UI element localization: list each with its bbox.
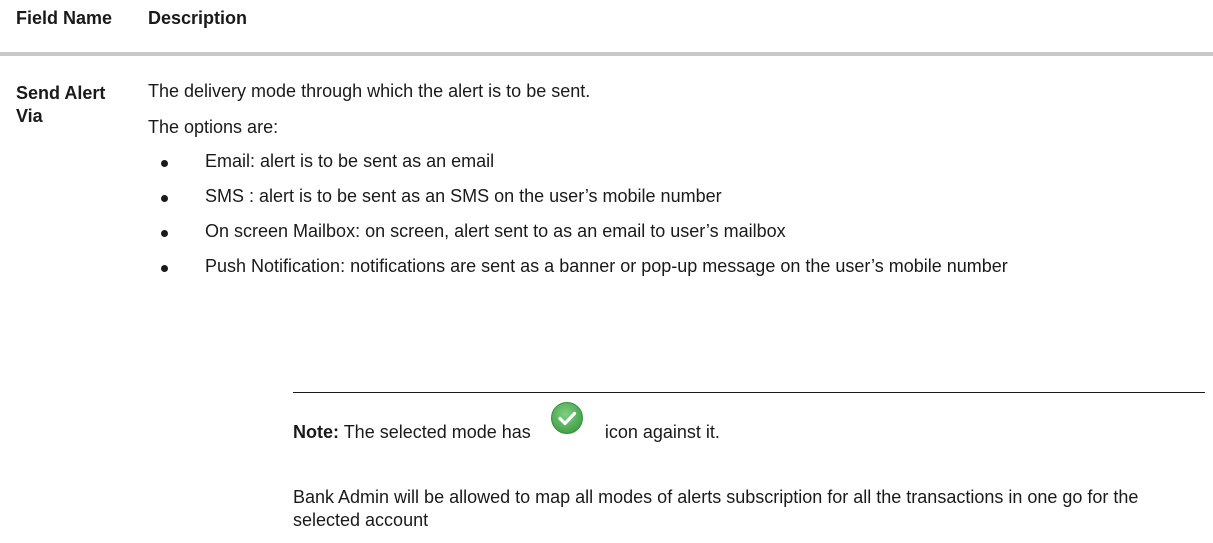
note-divider [293,392,1205,393]
bullet-icon [161,195,168,202]
header-description: Description [148,8,248,28]
note-text-after: icon against it. [604,422,720,442]
note-text-before: The selected mode has [343,422,531,442]
document-page: Field Name Description Send Alert Via Th… [0,0,1213,543]
list-item: Email: alert is to be sent as an email [148,150,1035,173]
description-cell: The delivery mode through which the aler… [148,80,1203,290]
list-item: SMS : alert is to be sent as an SMS on t… [148,185,1035,208]
description-intro: The delivery mode through which the aler… [148,81,591,101]
options-intro: The options are: [148,117,279,137]
note-line: Note: The selected mode has icon against… [293,402,720,444]
admin-paragraph: Bank Admin will be allowed to map all mo… [293,487,1139,530]
check-circle-icon [550,401,584,435]
header-field-name: Field Name [16,8,113,28]
option-text: Push Notification: notifications are sen… [205,256,1008,276]
table-header-row: Field Name Description [0,0,1213,56]
options-list: Email: alert is to be sent as an email S… [148,150,1203,278]
option-text: SMS : alert is to be sent as an SMS on t… [205,186,722,206]
list-item: On screen Mailbox: on screen, alert sent… [148,220,1035,243]
bullet-icon [161,265,168,272]
bullet-icon [161,160,168,167]
option-text: On screen Mailbox: on screen, alert sent… [205,221,786,241]
bullet-icon [161,230,168,237]
option-text: Email: alert is to be sent as an email [205,151,495,171]
note-label: Note: [293,422,339,442]
field-name-cell: Send Alert Via [16,83,106,126]
list-item: Push Notification: notifications are sen… [148,255,1035,278]
